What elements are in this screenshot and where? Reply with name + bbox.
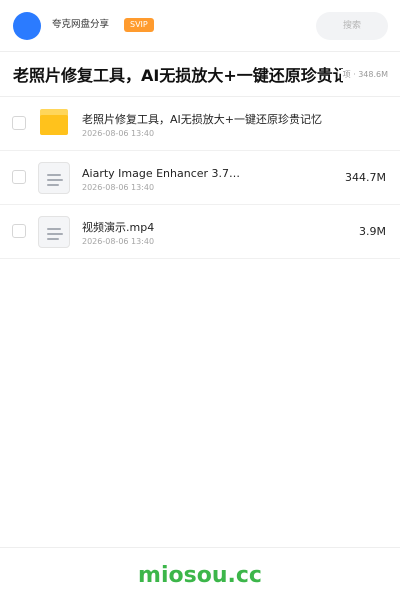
file-name[interactable]: 视频演示.mp4 [82,221,322,235]
file-row[interactable]: 视频演示.mp4 2026-08-06 13:40 3.9M [0,205,400,259]
share-header: 夸克网盘分享 SVIP 搜索 [0,0,400,52]
file-name[interactable]: 老照片修复工具，AI无损放大+一键还原珍贵记忆 [82,113,322,127]
file-checkbox[interactable] [12,170,26,184]
folder-title-row: 老照片修复工具，AI无损放大+一键还原珍贵记忆 项 · 348.6M [0,53,400,97]
footer-brand[interactable]: miosou.cc [0,562,400,590]
document-icon [38,162,70,194]
document-icon [38,216,70,248]
file-date: 2026-08-06 13:40 [82,183,155,192]
footer: miosou.cc [0,547,400,600]
file-list: 老照片修复工具，AI无损放大+一键还原珍贵记忆 2026-08-06 13:40… [0,97,400,259]
file-date: 2026-08-06 13:40 [82,237,155,246]
share-name: 夸克网盘分享 [52,19,110,30]
file-row[interactable]: 老照片修复工具，AI无损放大+一键还原珍贵记忆 2026-08-06 13:40 [0,97,400,151]
page-title: 老照片修复工具，AI无损放大+一键还原珍贵记忆 [13,66,343,85]
file-name[interactable]: Aiarty Image Enhancer 3.7… [82,167,322,181]
file-date: 2026-08-06 13:40 [82,129,155,138]
svip-badge: SVIP [124,18,154,32]
folder-icon [38,108,70,140]
file-checkbox[interactable] [12,224,26,238]
file-size: 3.9M [359,225,386,238]
file-checkbox[interactable] [12,116,26,130]
file-size: 344.7M [345,171,386,184]
avatar[interactable] [13,12,41,40]
folder-meta: 项 · 348.6M [340,69,388,81]
search-input[interactable]: 搜索 [316,12,388,40]
file-row[interactable]: Aiarty Image Enhancer 3.7… 2026-08-06 13… [0,151,400,205]
